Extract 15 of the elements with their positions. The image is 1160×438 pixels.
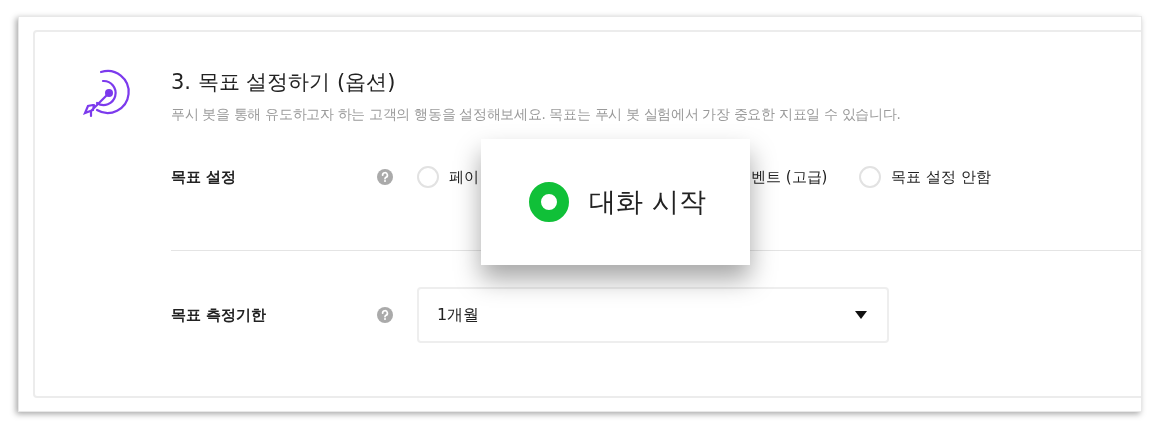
option-label[interactable]: 벤트 (고급) — [751, 167, 828, 187]
help-icon[interactable] — [377, 169, 393, 185]
option-label: 페이 — [449, 167, 479, 187]
section-title: 3. 목표 설정하기 (옵션) — [171, 69, 397, 96]
radio-icon[interactable] — [529, 182, 569, 222]
period-select[interactable]: 1개월 — [417, 287, 889, 343]
option-label: 대화 시작 — [589, 185, 706, 219]
field-label: 목표 측정기한 — [171, 305, 268, 325]
field-label: 목표 설정 — [171, 167, 238, 187]
radio-option[interactable]: 페이 — [417, 166, 479, 188]
caret-icon — [855, 311, 867, 319]
section-description: 푸시 봇을 통해 유도하고자 하는 고객의 행동을 설정해보세요. 목표는 푸시 봇 실험에서 가장 중요한 지표일 수 있습니다. — [171, 106, 902, 124]
help-icon[interactable] — [377, 307, 393, 323]
radio-option[interactable]: 목표 설정 안함 — [859, 166, 992, 188]
option-label: 목표 설정 안함 — [891, 167, 992, 187]
